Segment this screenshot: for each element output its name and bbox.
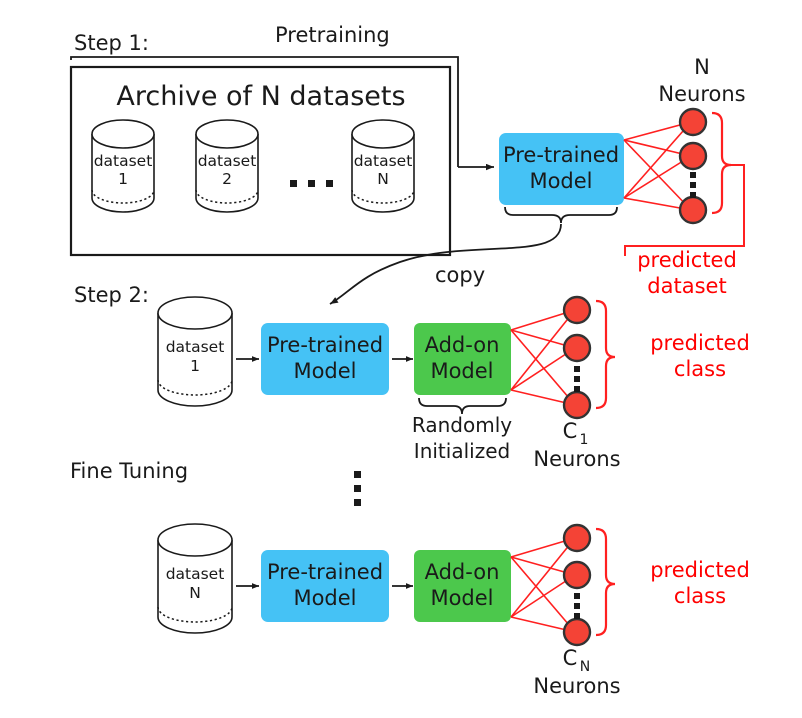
- rows-vertical-ellipsis: [354, 471, 361, 506]
- archive-dataset-2: dataset 2: [195, 119, 259, 213]
- step2-row1-output-brace: [595, 299, 616, 410]
- neuron: [678, 195, 708, 225]
- step2-rowN-output-label-2: class: [674, 584, 726, 608]
- step2-row1-neurons-label-1: C: [563, 419, 578, 443]
- step1-model-brace: [504, 206, 618, 224]
- neuron: [562, 390, 592, 420]
- step2-rowN-output-label-1: predicted: [650, 558, 750, 582]
- step1-output-label-1: predicted: [637, 248, 737, 272]
- step1-output-brace: [711, 111, 732, 215]
- step2-rowN-dataset: dataset N: [157, 523, 233, 634]
- neuron: [562, 617, 592, 647]
- dataset-index: 1: [118, 170, 128, 188]
- step2-row1-addon-label-1: Add-on: [425, 333, 500, 357]
- randomly-initialized-label-2: Initialized: [414, 439, 510, 463]
- step2-row1-output-label-2: class: [674, 357, 726, 381]
- step1-neurons-label-2: Neurons: [658, 82, 745, 106]
- archive-dataset-1: dataset 1: [91, 119, 155, 213]
- step1-neurons-label-1: N: [694, 55, 710, 79]
- step1-neurons: [678, 107, 708, 225]
- step1-title: Step 1:: [74, 31, 149, 55]
- step2-rowN-neurons-label-sub: N: [580, 659, 590, 675]
- diagram-canvas: Step 1: Pretraining Archive of N dataset…: [0, 0, 802, 718]
- dataset-index: N: [377, 170, 389, 188]
- neuron: [562, 333, 592, 363]
- step1-pretrained-model-label-1: Pre-trained: [503, 143, 619, 167]
- neuron: [678, 107, 708, 137]
- randomly-initialized-label-1: Randomly: [412, 413, 512, 437]
- dataset-name: dataset: [94, 152, 153, 170]
- fine-tuning-title: Fine Tuning: [70, 459, 188, 483]
- copy-label: copy: [435, 263, 485, 287]
- step2-rowN-pretrained-label-2: Model: [293, 586, 356, 610]
- step2-row1-output-label-1: predicted: [650, 331, 750, 355]
- step2-rowN-neurons-label-2: Neurons: [533, 674, 620, 698]
- neuron: [562, 560, 592, 590]
- archive-dataset-n: dataset N: [351, 119, 415, 213]
- step1-pretrained-model-label-2: Model: [529, 169, 592, 193]
- step2-row1-addon-label-2: Model: [430, 359, 493, 383]
- archive-label: Archive of N datasets: [116, 81, 405, 112]
- step2-title: Step 2:: [74, 283, 149, 307]
- step2-row1-pretrained-label-2: Model: [293, 359, 356, 383]
- dataset-name: dataset: [354, 152, 413, 170]
- dataset-index: N: [189, 584, 201, 602]
- step1-output-label-2: dataset: [647, 274, 726, 298]
- neuron: [562, 295, 592, 325]
- step2-row1-connections: [510, 309, 576, 406]
- neuron: [562, 523, 592, 553]
- step1-connections: [623, 121, 692, 211]
- pretraining-label: Pretraining: [275, 23, 390, 47]
- randomly-initialized-brace: [418, 397, 507, 415]
- pretraining-bracket: [70, 56, 459, 167]
- step2-row1-pretrained-label-1: Pre-trained: [267, 333, 383, 357]
- dataset-name: dataset: [166, 338, 225, 356]
- step2-rowN-connections: [510, 537, 576, 633]
- step2-row1-neurons-label-sub: 1: [580, 432, 589, 448]
- step2-rowN-neurons-label-1: C: [563, 646, 578, 670]
- dataset-name: dataset: [198, 152, 257, 170]
- step2-rowN-pretrained-label-1: Pre-trained: [267, 560, 383, 584]
- archive-ellipsis: [290, 180, 333, 187]
- step2-row1-neurons-label-2: Neurons: [533, 447, 620, 471]
- step2-rowN-addon-label-2: Model: [430, 586, 493, 610]
- transfer-learning-diagram: Step 1: Pretraining Archive of N dataset…: [69, 23, 750, 698]
- step2-row1-dataset: dataset 1: [157, 296, 233, 407]
- step2-rowN-addon-label-1: Add-on: [425, 560, 500, 584]
- neuron: [678, 141, 708, 171]
- dataset-index: 2: [222, 170, 232, 188]
- step2-row1-neurons: [562, 295, 592, 420]
- dataset-index: 1: [190, 357, 200, 375]
- step2-rowN-neurons: [562, 523, 592, 647]
- dataset-name: dataset: [166, 565, 225, 583]
- step2-rowN-output-brace: [595, 527, 616, 637]
